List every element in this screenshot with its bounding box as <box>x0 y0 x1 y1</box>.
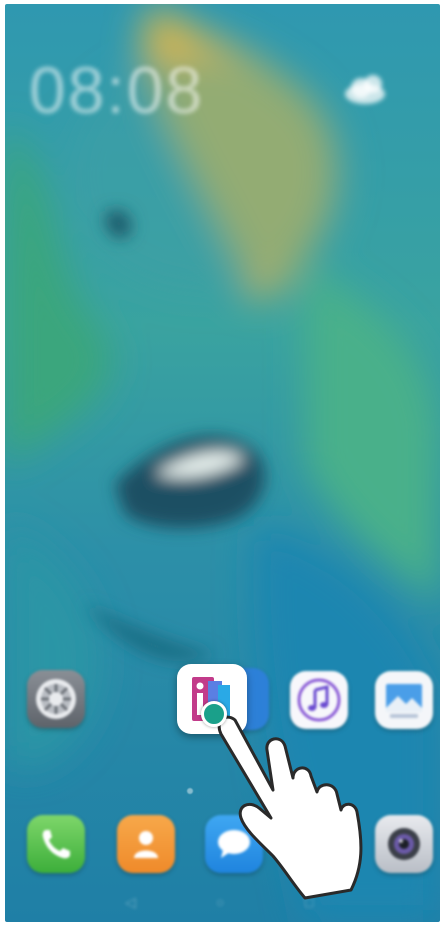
gallery-app-icon[interactable] <box>375 671 433 729</box>
phone-icon <box>42 830 70 859</box>
settings-icon <box>36 679 76 719</box>
camera-icon <box>388 828 420 860</box>
hand-tap-gesture-icon <box>217 715 363 900</box>
camera-app-icon[interactable] <box>375 815 433 873</box>
contacts-icon <box>134 831 158 858</box>
settings-app-icon[interactable] <box>27 670 85 728</box>
status-bar <box>5 10 440 30</box>
clock: 08:08 <box>29 53 205 127</box>
gallery-icon <box>386 684 422 718</box>
back-nav-icon[interactable]: ◁ <box>125 894 136 911</box>
tap-indicator-dot <box>201 701 227 727</box>
phone-screen: 08:08 ◁ ○ □ <box>5 4 440 922</box>
phone-app-icon[interactable] <box>27 815 85 873</box>
page-indicator-dot <box>187 788 193 794</box>
weather-cloud-icon <box>345 75 385 104</box>
contacts-app-icon[interactable] <box>117 815 175 873</box>
